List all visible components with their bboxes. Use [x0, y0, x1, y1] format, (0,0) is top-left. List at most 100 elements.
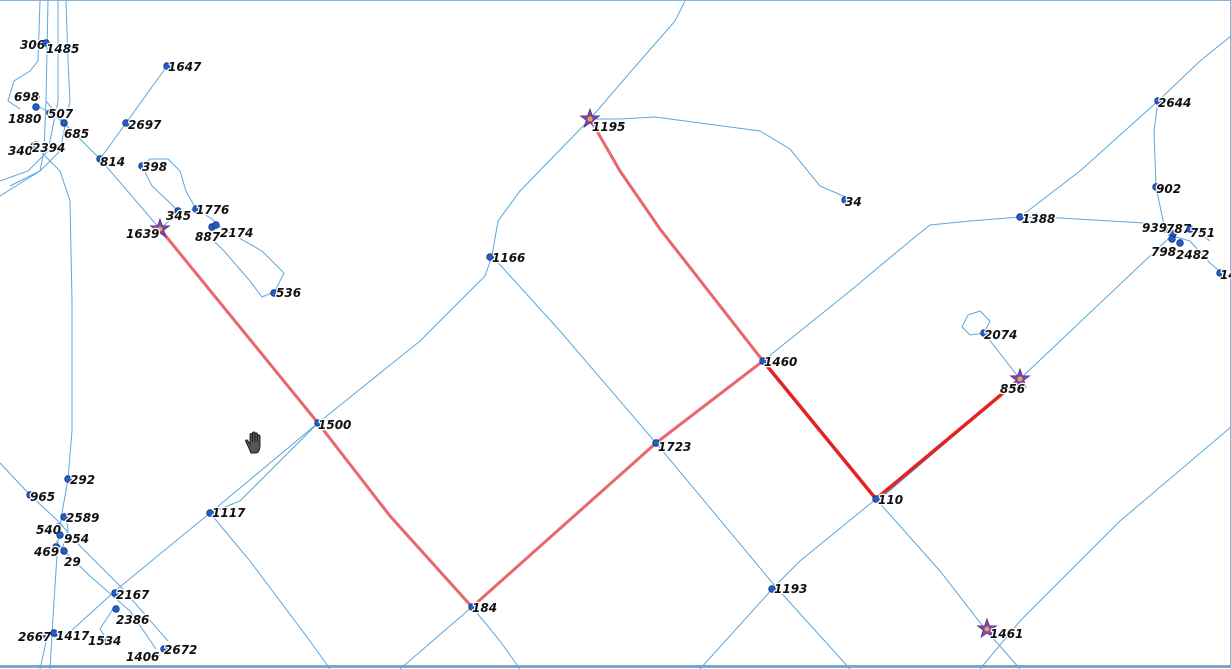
- map-node-345[interactable]: 345: [165, 207, 192, 224]
- node-label: 1500: [318, 418, 351, 432]
- node-dot-icon: [60, 119, 68, 127]
- node-label: 1417: [56, 629, 90, 643]
- node-label: 1723: [658, 440, 691, 454]
- map-node-1461[interactable]: 1461: [976, 617, 1025, 642]
- node-label: 536: [276, 286, 301, 300]
- node-label: 507: [48, 107, 74, 121]
- node-label: 902: [1156, 182, 1181, 196]
- node-label: 751: [1190, 226, 1215, 240]
- road: [59, 118, 591, 642]
- map-node-814[interactable]: 814: [96, 154, 126, 170]
- map-node-1500[interactable]: 1500: [314, 417, 353, 433]
- node-dot-icon: [1176, 239, 1184, 247]
- map-node-14[interactable]: 14: [1216, 267, 1231, 283]
- map-node-34[interactable]: 34: [841, 194, 863, 210]
- map-node-2644[interactable]: 2644: [1154, 95, 1193, 111]
- road-lines: [0, 1, 1231, 669]
- map-node-2482[interactable]: 2482: [1175, 239, 1211, 263]
- node-label: 1460: [764, 355, 797, 369]
- map-node-2667[interactable]: 2667: [17, 629, 54, 646]
- route-segment: [761, 359, 1022, 501]
- map-node-1776[interactable]: 1776: [192, 202, 231, 218]
- map-node-2589[interactable]: 2589: [60, 510, 101, 526]
- node-dot-icon: [1017, 376, 1023, 382]
- map-node-1460[interactable]: 1460: [759, 354, 799, 370]
- map-node-1388[interactable]: 1388: [1016, 211, 1057, 227]
- map-node-2672[interactable]: 2672: [160, 642, 199, 658]
- road: [39, 150, 73, 669]
- map-node-798[interactable]: 798: [1150, 235, 1177, 260]
- map-node-2697[interactable]: 2697: [122, 117, 163, 133]
- map-node-1417[interactable]: 1417: [50, 628, 91, 644]
- map-node-751[interactable]: 751: [1186, 225, 1216, 241]
- map-node-1639[interactable]: 1639: [125, 217, 171, 242]
- map-node-2167[interactable]: 2167: [111, 587, 151, 603]
- node-label: 887: [195, 230, 221, 244]
- node-label: 34: [845, 195, 862, 209]
- node-label: 345: [166, 209, 191, 223]
- node-label: 2667: [18, 630, 52, 644]
- map-node-939[interactable]: 939: [1141, 220, 1169, 237]
- node-label: 685: [64, 127, 89, 141]
- map-node-902[interactable]: 902: [1152, 181, 1182, 197]
- map-node-398[interactable]: 398: [138, 159, 168, 175]
- node-label: 398: [142, 160, 167, 174]
- map-node-29[interactable]: 29: [60, 547, 82, 570]
- map-canvas[interactable]: 306 1485 1647 698 1880 507 685 2697 340 2394 814 39…: [0, 0, 1231, 669]
- map-node-507[interactable]: 507: [46, 106, 75, 122]
- map-node-184[interactable]: 184: [468, 600, 498, 616]
- map-node-1195[interactable]: 1195: [579, 107, 627, 135]
- node-dot-icon: [32, 103, 40, 111]
- map-node-1166[interactable]: 1166: [486, 250, 527, 266]
- node-label: 1117: [212, 506, 246, 520]
- map-node-698[interactable]: 698: [13, 89, 41, 106]
- map-node-2386[interactable]: 2386: [112, 605, 151, 628]
- node-label: 1534: [88, 634, 121, 648]
- map-node-469[interactable]: 469: [32, 543, 60, 560]
- node-label: 29: [64, 555, 81, 569]
- node-label: 1461: [990, 627, 1023, 641]
- map-node-954[interactable]: 954: [56, 531, 90, 547]
- map-node-2394[interactable]: 2394: [31, 140, 67, 157]
- node-dot-icon: [112, 605, 120, 613]
- map-node-1117[interactable]: 1117: [206, 505, 247, 521]
- map-node-1406[interactable]: 1406: [125, 649, 161, 666]
- node-label: 1166: [492, 251, 525, 265]
- map-node-685[interactable]: 685: [60, 119, 90, 142]
- node-dot-icon: [212, 221, 220, 229]
- map-node-536[interactable]: 536: [270, 285, 302, 301]
- route-segment: [158, 227, 765, 609]
- node-label: 2394: [32, 141, 65, 155]
- map-node-965[interactable]: 965: [26, 489, 56, 505]
- node-label: 965: [30, 490, 55, 504]
- map-node-110[interactable]: 110: [872, 492, 904, 508]
- road: [471, 606, 521, 669]
- node-label: 1485: [46, 42, 79, 56]
- node-dot-icon: [984, 626, 990, 632]
- node-label: 110: [878, 493, 903, 507]
- road: [209, 512, 331, 669]
- map-node-1723[interactable]: 1723: [652, 439, 693, 455]
- node-dot-icon: [60, 547, 68, 555]
- node-label: 2074: [984, 328, 1017, 342]
- node-label: 292: [70, 473, 95, 487]
- map-node-306[interactable]: 306: [19, 37, 47, 54]
- road: [589, 1, 686, 120]
- network-nodes: 306 1485 1647 698 1880 507 685 2697 3402394 814 39…: [7, 37, 1231, 666]
- map-node-1485[interactable]: 1485: [42, 39, 81, 57]
- node-label: 306: [20, 38, 45, 52]
- node-label: 1406: [126, 650, 159, 664]
- map-node-1880[interactable]: 1880: [7, 103, 43, 127]
- map-node-1534[interactable]: 1534: [87, 633, 123, 650]
- road: [195, 208, 285, 294]
- node-label: 954: [64, 532, 89, 546]
- node-label: 14: [1220, 268, 1231, 282]
- hand-pan-icon: [245, 431, 261, 454]
- map-node-1647[interactable]: 1647: [163, 59, 203, 75]
- map-node-2074[interactable]: 2074: [980, 327, 1019, 343]
- map-node-1193[interactable]: 1193: [768, 581, 809, 597]
- node-label: 1647: [168, 60, 202, 74]
- map-node-292[interactable]: 292: [64, 472, 96, 488]
- node-label: 2167: [116, 588, 150, 602]
- node-label: 2386: [116, 613, 149, 627]
